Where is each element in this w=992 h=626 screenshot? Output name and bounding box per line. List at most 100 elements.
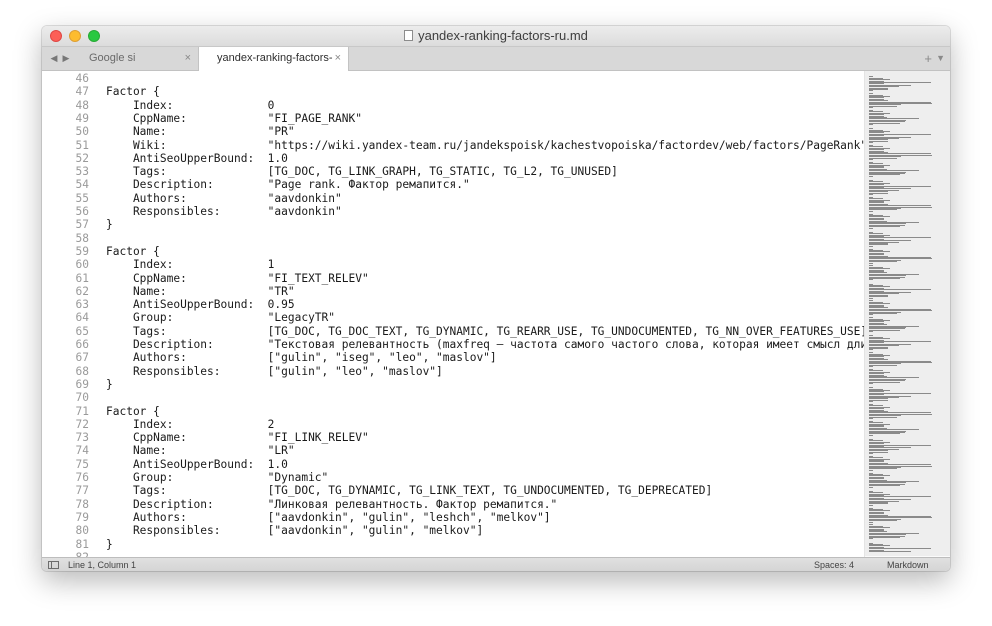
code-line: 57} — [42, 218, 864, 231]
cursor-position: Line 1, Column 1 — [68, 560, 137, 570]
tab-menu-icon[interactable]: ▼ — [936, 47, 945, 70]
title-bar: yandex-ranking-factors-ru.md — [42, 26, 950, 47]
sidebar-toggle-icon[interactable] — [48, 561, 59, 569]
code-text: Description: "Линковая релевантность. Фа… — [106, 497, 558, 511]
minimap-line — [869, 159, 873, 160]
code-line: 63 AntiSeoUpperBound: 0.95 — [42, 298, 864, 311]
code-editor[interactable]: 46 47 Factor {48 Index: 0 49 CppName: "FI_P… — [42, 71, 864, 557]
minimap-line — [869, 434, 873, 436]
code-text: AntiSeoUpperBound: 1.0 — [106, 457, 288, 471]
minimap-line — [869, 157, 897, 159]
minimap-line — [869, 537, 900, 538]
minimap-line — [869, 124, 873, 125]
minimap-line — [869, 279, 873, 281]
minimap[interactable] — [864, 71, 950, 557]
code-text: Factor { — [106, 404, 160, 418]
minimap-line — [869, 262, 873, 264]
line-number: 47 — [75, 85, 89, 99]
minimap-line — [869, 331, 873, 333]
minimap-line — [869, 175, 873, 177]
syntax-setting[interactable]: Markdown — [887, 558, 929, 571]
code-line: 77 Tags: [TG_DOC, TG_DYNAMIC, TG_LINK_TE… — [42, 484, 864, 497]
code-text: Index: 1 — [106, 258, 275, 272]
line-number: 46 — [75, 72, 89, 85]
code-line: 76 Group: "Dynamic" — [42, 471, 864, 484]
minimap-line — [869, 486, 873, 488]
minimap-line — [869, 261, 897, 263]
code-line: 70 — [42, 391, 864, 404]
minimap-line — [869, 433, 900, 435]
minimap-line — [869, 314, 873, 316]
code-text: Description: "Текстовая релевантность (m… — [106, 338, 864, 351]
code-line: 64 Group: "LegacyTR" — [42, 311, 864, 324]
minimap-line — [869, 297, 873, 299]
minimap-line — [869, 485, 900, 487]
code-line: 62 Name: "TR" — [42, 285, 864, 298]
line-number: 67 — [75, 351, 89, 365]
indentation-setting[interactable]: Spaces: 4 — [814, 558, 854, 571]
minimap-line — [869, 551, 911, 552]
code-line: 51 Wiki: "https://wiki.yandex-team.ru/ja… — [42, 139, 864, 152]
code-line: 47 Factor { — [42, 85, 864, 98]
code-text: } — [106, 537, 113, 551]
minimap-line — [869, 142, 873, 144]
code-text: Factor { — [106, 244, 160, 258]
tab-bar: ◀ ▶ Google si Yandex.html × yandex-ranki… — [42, 47, 950, 87]
line-number: 48 — [75, 98, 89, 112]
code-line: 75 AntiSeoUpperBound: 1.0 — [42, 458, 864, 471]
minimap-line — [869, 107, 873, 109]
tab-google-si-yandex[interactable]: Google si Yandex.html × — [71, 47, 199, 87]
code-text: Name: "PR" — [106, 125, 295, 139]
line-number: 55 — [75, 191, 89, 205]
tab-close-icon[interactable]: × — [335, 47, 341, 70]
line-number: 75 — [75, 457, 89, 471]
minimap-line — [869, 105, 897, 107]
code-line: 80 Responsibles: ["aavdonkin", "gulin", … — [42, 524, 864, 537]
minimap-line — [869, 349, 873, 351]
code-text: Authors: "aavdonkin" — [106, 191, 342, 205]
line-number: 70 — [75, 391, 89, 405]
minimap-line — [869, 383, 873, 384]
line-number: 69 — [75, 377, 89, 391]
line-number: 72 — [75, 417, 89, 431]
code-line: 58 — [42, 232, 864, 245]
minimap-line — [869, 245, 873, 247]
line-number: 49 — [75, 111, 89, 125]
minimap-line — [869, 401, 873, 403]
new-tab-icon[interactable]: + — [924, 47, 932, 70]
line-number: 77 — [75, 484, 89, 498]
code-text: Group: "LegacyTR" — [106, 311, 336, 325]
minimap-line — [869, 210, 873, 212]
code-line: 74 Name: "LR" — [42, 444, 864, 457]
minimap-line — [869, 313, 897, 314]
code-line: 69} — [42, 378, 864, 391]
code-text: Wiki: "https://wiki.yandex-team.ru/jande… — [106, 138, 864, 152]
line-number: 68 — [75, 364, 89, 378]
minimap-line — [869, 364, 897, 366]
minimap-line — [869, 453, 873, 454]
code-line: 53 Tags: [TG_DOC, TG_LINK_GRAPH, TG_STAT… — [42, 165, 864, 178]
code-text: CppName: "FI_TEXT_RELEV" — [106, 271, 369, 285]
minimap-line — [869, 520, 897, 522]
line-number: 74 — [75, 444, 89, 458]
code-text: Responsibles: "aavdonkin" — [106, 205, 342, 218]
tab-close-icon[interactable]: × — [185, 47, 191, 70]
minimap-line — [869, 416, 897, 418]
tab-yandex-ranking-factors[interactable]: yandex-ranking-factors-ru.md × — [199, 47, 349, 87]
code-line: 73 CppName: "FI_LINK_RELEV" — [42, 431, 864, 444]
minimap-line — [869, 538, 873, 540]
code-line: 72 Index: 2 — [42, 418, 864, 431]
window-title: yandex-ranking-factors-ru.md — [418, 28, 588, 43]
code-line: 55 Authors: "aavdonkin" — [42, 192, 864, 205]
minimap-line — [869, 329, 900, 331]
code-text: AntiSeoUpperBound: 0.95 — [106, 298, 295, 312]
line-number: 76 — [75, 471, 89, 484]
editor-window: yandex-ranking-factors-ru.md ◀ ▶ Google … — [42, 26, 950, 571]
line-number: 52 — [75, 151, 89, 165]
document-icon — [404, 30, 414, 41]
code-line: 79 Authors: ["aavdonkin", "gulin", "lesh… — [42, 511, 864, 524]
code-text: Name: "LR" — [106, 444, 295, 458]
line-number: 66 — [75, 338, 89, 351]
code-line: 61 CppName: "FI_TEXT_RELEV" — [42, 272, 864, 285]
window-title-container: yandex-ranking-factors-ru.md — [42, 26, 950, 46]
